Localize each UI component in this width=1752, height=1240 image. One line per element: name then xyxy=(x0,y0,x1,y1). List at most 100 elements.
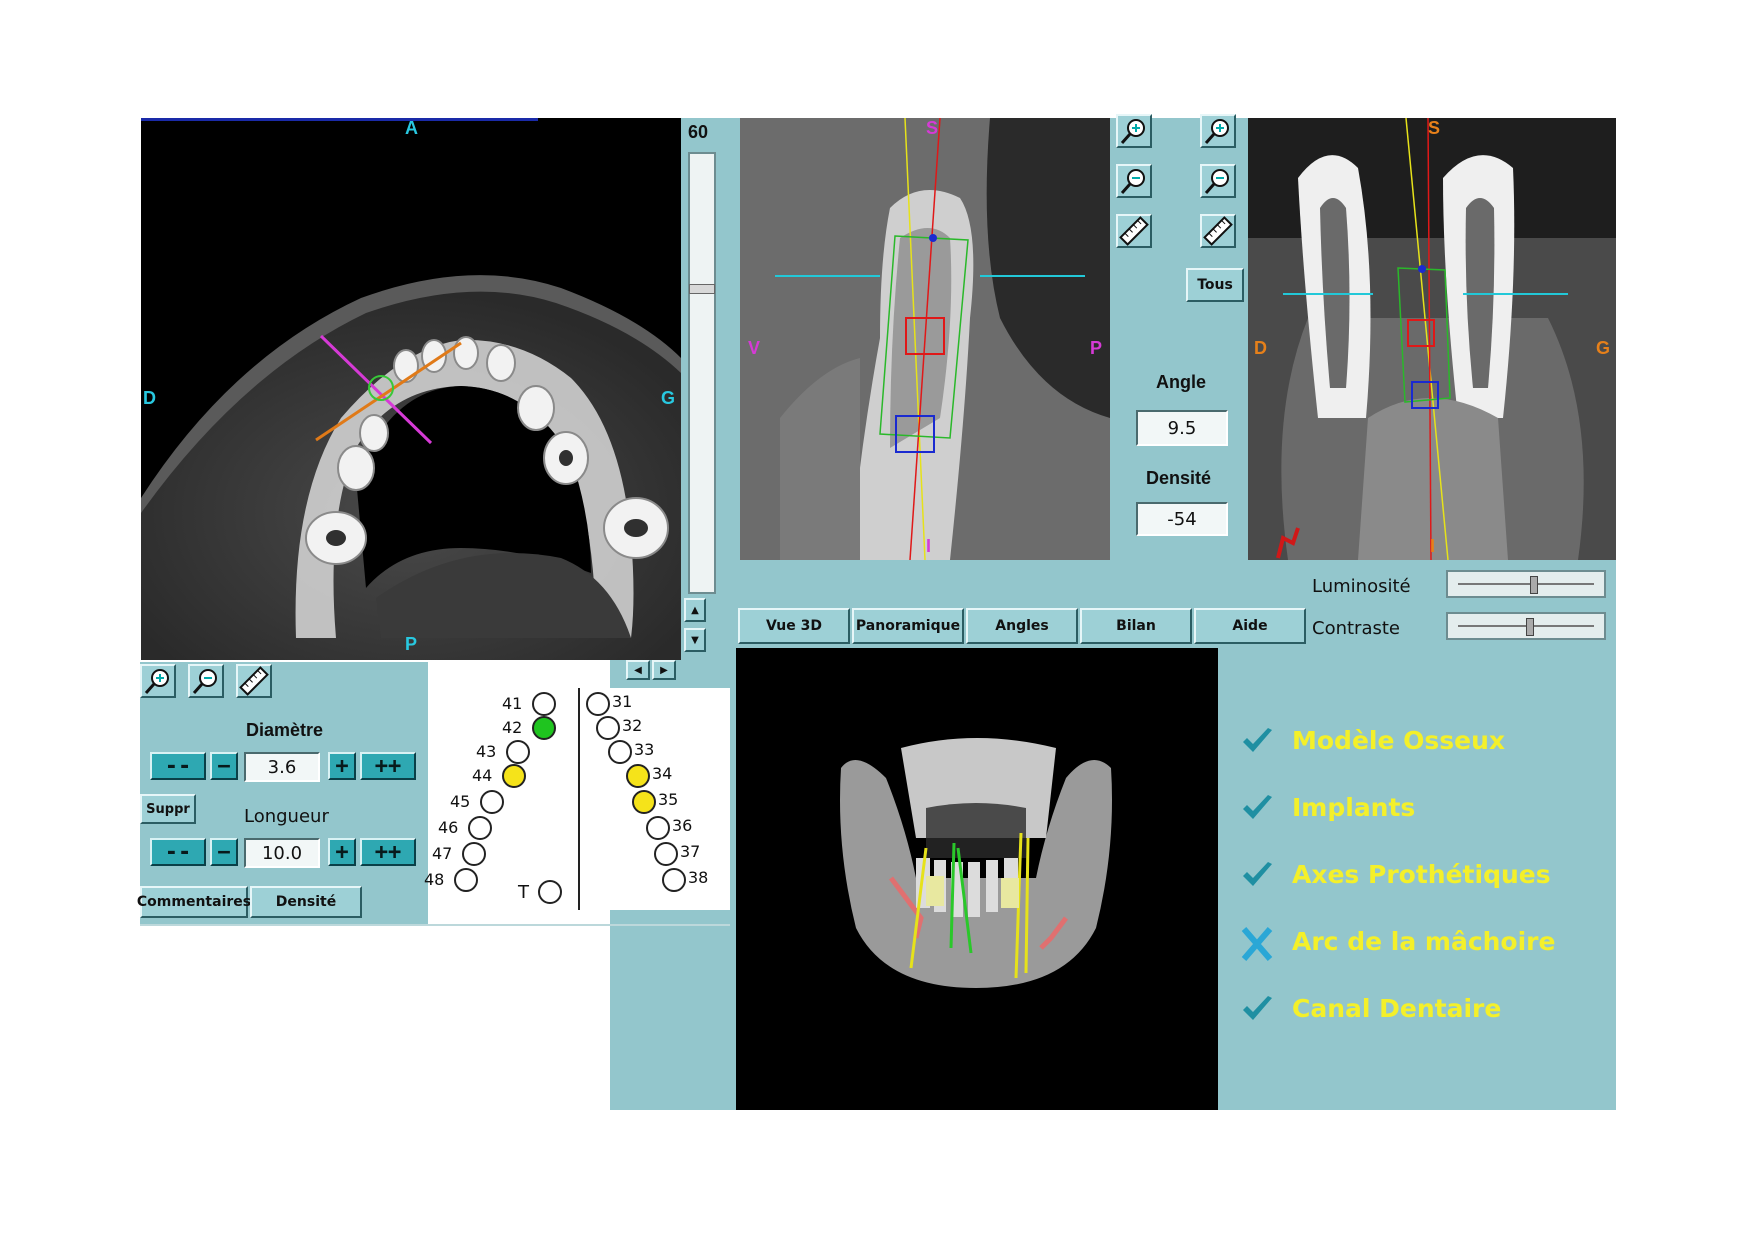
option-label[interactable]: Implants xyxy=(1292,793,1415,822)
slice-down-button[interactable]: ▼ xyxy=(684,628,706,652)
tooth-46-selector[interactable] xyxy=(468,816,492,840)
scroll-right-button[interactable]: ▶ xyxy=(652,660,676,680)
tab-vue-3d[interactable]: Vue 3D xyxy=(738,608,850,644)
tooth-number-label: 37 xyxy=(680,842,701,861)
checkmark-icon[interactable] xyxy=(1240,724,1274,758)
slice-slider-track[interactable] xyxy=(688,152,716,594)
slice-slider-thumb[interactable] xyxy=(689,284,715,294)
tooth-34-selector[interactable] xyxy=(626,764,650,788)
cross-icon[interactable] xyxy=(1240,925,1274,961)
tooth-number-label: 47 xyxy=(432,844,453,863)
checkmark-icon[interactable] xyxy=(1240,992,1274,1026)
sagittal-zoom-out-button[interactable] xyxy=(1116,164,1152,198)
ruler-icon xyxy=(1203,216,1233,246)
scroll-left-button[interactable]: ◀ xyxy=(626,660,650,680)
tab-bilan[interactable]: Bilan xyxy=(1080,608,1192,644)
length-value-field[interactable]: 10.0 xyxy=(244,838,320,868)
axial-zoom-out-button[interactable] xyxy=(188,664,224,698)
brightness-slider[interactable] xyxy=(1446,570,1606,598)
tooth-32-selector[interactable] xyxy=(596,716,620,740)
zoom-in-icon xyxy=(144,669,169,694)
tooth-number-label: 35 xyxy=(658,790,679,809)
sagittal-label-top: S xyxy=(926,118,939,138)
axial-view[interactable]: A P D G xyxy=(141,118,681,660)
length-increase-big-button[interactable]: ++ xyxy=(360,838,416,866)
ruler-icon xyxy=(1119,216,1149,246)
tooth-number-label: 34 xyxy=(652,764,673,783)
density-value-field: -54 xyxy=(1136,502,1228,536)
tooth-38-selector[interactable] xyxy=(662,868,686,892)
axial-label-bottom: P xyxy=(405,634,418,654)
tooth-chart: 41 42 43 44 45 46 47 48 31 32 33 34 35 36 37 38 T xyxy=(424,688,730,910)
diameter-decrease-big-button[interactable]: -- xyxy=(150,752,206,780)
tooth-number-label: 48 xyxy=(424,870,445,889)
axial-label-left: D xyxy=(143,388,156,408)
coronal-ct-image xyxy=(1248,118,1616,560)
slice-up-button[interactable]: ▲ xyxy=(684,598,706,622)
brightness-slider-track xyxy=(1458,583,1594,585)
density-button[interactable]: Densité xyxy=(250,886,362,918)
tooth-number-label: 43 xyxy=(476,742,497,761)
sagittal-view[interactable]: S I V P xyxy=(740,118,1110,560)
axial-zoom-in-button[interactable] xyxy=(140,664,176,698)
tooth-31-selector[interactable] xyxy=(586,692,610,716)
axial-tools-panel xyxy=(140,662,428,924)
zoom-out-icon xyxy=(1204,169,1229,194)
diameter-value-field[interactable]: 3.6 xyxy=(244,752,320,782)
option-label[interactable]: Canal Dentaire xyxy=(1292,994,1501,1023)
zoom-all-button[interactable]: Tous xyxy=(1186,268,1244,302)
tab-aide[interactable]: Aide xyxy=(1194,608,1306,644)
brightness-slider-thumb[interactable] xyxy=(1529,576,1538,594)
tooth-36-selector[interactable] xyxy=(646,816,670,840)
length-decrease-button[interactable]: − xyxy=(210,838,238,866)
option-label[interactable]: Axes Prothétiques xyxy=(1292,860,1551,889)
checkmark-icon[interactable] xyxy=(1240,858,1274,892)
diameter-increase-button[interactable]: + xyxy=(328,752,356,780)
tooth-41-selector[interactable] xyxy=(532,692,556,716)
coronal-view[interactable]: S I D G xyxy=(1248,118,1616,560)
tooth-43-selector[interactable] xyxy=(506,740,530,764)
length-increase-button[interactable]: + xyxy=(328,838,356,866)
contrast-slider[interactable] xyxy=(1446,612,1606,640)
tab-panoramique[interactable]: Panoramique xyxy=(852,608,964,644)
tooth-37-selector[interactable] xyxy=(654,842,678,866)
coronal-ruler-button[interactable] xyxy=(1200,214,1236,248)
option-label[interactable]: Modèle Osseux xyxy=(1292,726,1505,755)
diameter-decrease-button[interactable]: − xyxy=(210,752,238,780)
checkmark-icon[interactable] xyxy=(1240,791,1274,825)
sagittal-label-right: P xyxy=(1090,338,1103,358)
delete-implant-button[interactable]: Suppr xyxy=(140,794,196,824)
contrast-slider-thumb[interactable] xyxy=(1525,618,1534,636)
zoom-out-icon xyxy=(192,669,217,694)
tooth-44-selector[interactable] xyxy=(502,764,526,788)
tab-angles[interactable]: Angles xyxy=(966,608,1078,644)
tooth-48-selector[interactable] xyxy=(454,868,478,892)
sagittal-zoom-in-button[interactable] xyxy=(1116,114,1152,148)
slice-value: 60 xyxy=(688,122,709,142)
coronal-zoom-out-button[interactable] xyxy=(1200,164,1236,198)
tooth-number-label: 41 xyxy=(502,694,523,713)
tooth-47-selector[interactable] xyxy=(462,842,486,866)
tooth-number-label: 44 xyxy=(472,766,493,785)
tooth-45-selector[interactable] xyxy=(480,790,504,814)
coronal-label-bottom: I xyxy=(1430,536,1436,556)
length-label: Longueur xyxy=(244,806,329,827)
sagittal-ruler-button[interactable] xyxy=(1116,214,1152,248)
coronal-label-top: S xyxy=(1428,118,1441,138)
comments-button[interactable]: Commentaires xyxy=(137,886,251,918)
tooth-number-label: 42 xyxy=(502,718,523,737)
length-decrease-big-button[interactable]: -- xyxy=(150,838,206,866)
view-3d[interactable] xyxy=(736,648,1218,1110)
coronal-label-right: G xyxy=(1596,338,1611,358)
tooth-33-selector[interactable] xyxy=(608,740,632,764)
tooth-35-selector[interactable] xyxy=(632,790,656,814)
tooth-number-label: 36 xyxy=(672,816,693,835)
axial-ruler-button[interactable] xyxy=(236,664,272,698)
contrast-label: Contraste xyxy=(1312,618,1400,639)
tooth-42-selector[interactable] xyxy=(532,716,556,740)
coronal-zoom-in-button[interactable] xyxy=(1200,114,1236,148)
option-label[interactable]: Arc de la mâchoire xyxy=(1292,927,1555,956)
diameter-increase-big-button[interactable]: ++ xyxy=(360,752,416,780)
tooth-t-circle[interactable] xyxy=(538,880,562,904)
axial-ct-image xyxy=(141,275,681,660)
